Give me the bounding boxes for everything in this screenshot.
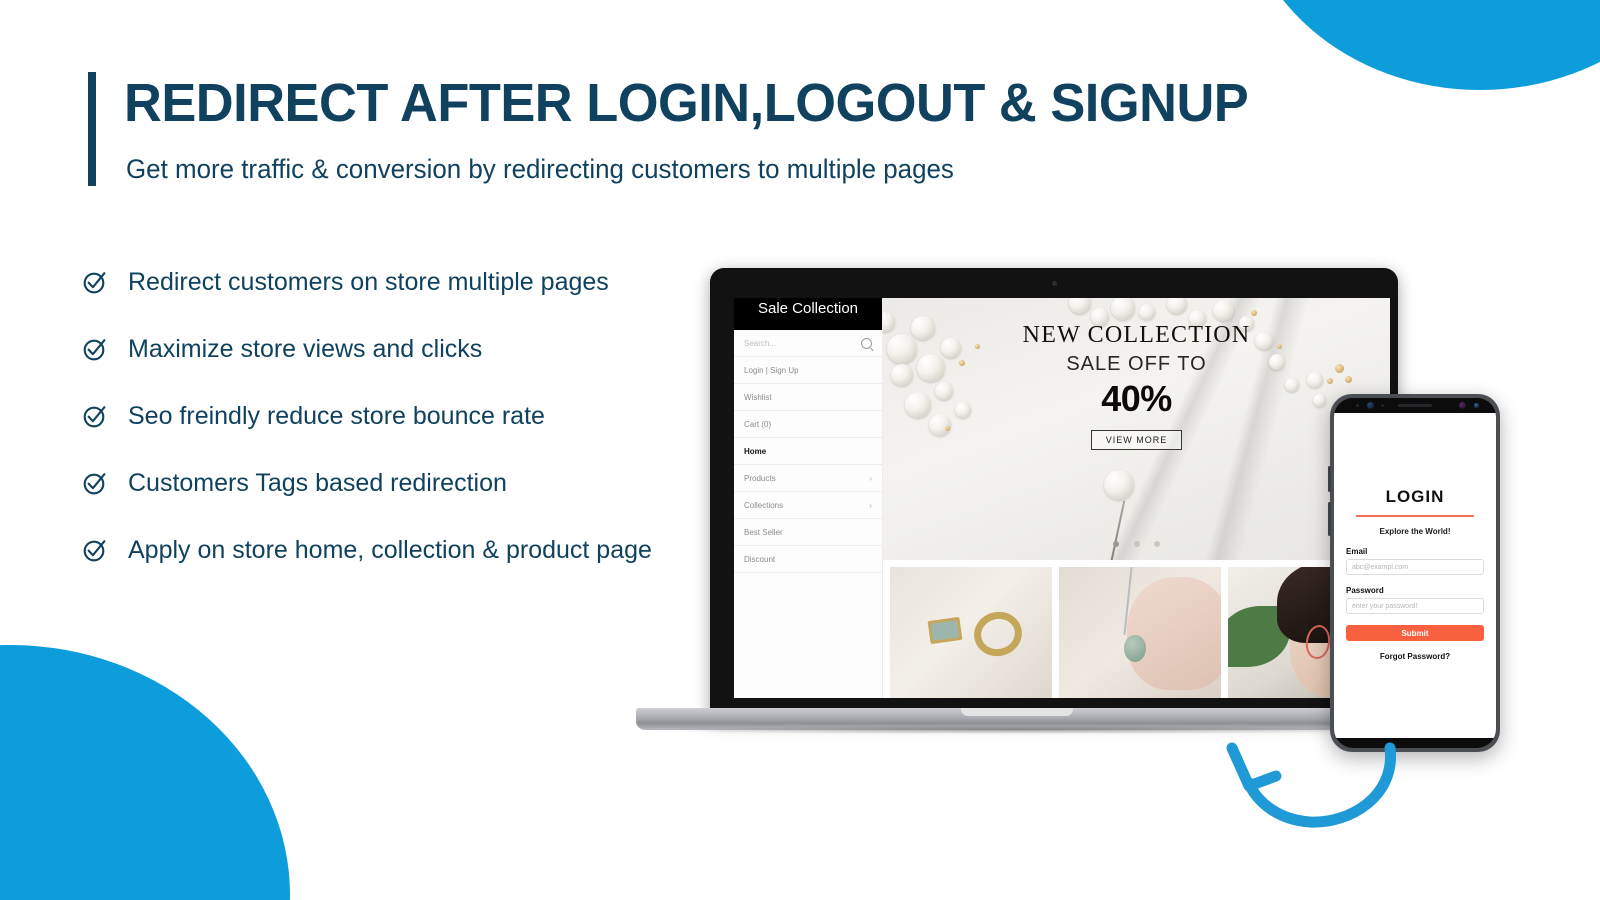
- search-icon: [861, 337, 872, 349]
- pearl-decoration: [1103, 470, 1134, 500]
- stone-pendant-shape: [1123, 635, 1146, 663]
- product-thumbnail[interactable]: [1059, 567, 1221, 698]
- search-placeholder: Search...: [744, 338, 777, 348]
- sidebar-item-cart[interactable]: Cart (0): [734, 411, 882, 438]
- list-item-label: Redirect customers on store multiple pag…: [128, 268, 609, 296]
- slide-canvas: REDIRECT AFTER LOGIN,LOGOUT & SIGNUP Get…: [0, 0, 1600, 900]
- chevron-right-icon: ›: [869, 500, 872, 510]
- sidebar-item-label: Home: [744, 446, 767, 456]
- hero-text-block: NEW COLLECTION SALE OFF TO 40% VIEW MORE: [883, 322, 1390, 450]
- password-label: Password: [1346, 586, 1384, 595]
- sidebar-item-collections[interactable]: Collections ›: [734, 492, 882, 519]
- sidebar-item-home[interactable]: Home: [734, 438, 882, 465]
- list-item: Maximize store views and clicks: [82, 333, 702, 366]
- sidebar-item-label: Cart (0): [744, 419, 772, 429]
- sidebar-item-login-signup[interactable]: Login | Sign Up: [734, 357, 882, 384]
- carousel-dots: [883, 534, 1390, 552]
- sidebar-item-label: Products: [744, 473, 776, 483]
- submit-button[interactable]: Submit: [1346, 625, 1484, 641]
- iris-scanner-icon: [1459, 402, 1466, 409]
- store-sidebar: Redirect to Sale Collection Search... Lo…: [734, 298, 883, 698]
- list-item: Apply on store home, collection & produc…: [82, 534, 702, 567]
- forgot-password-link[interactable]: Forgot Password?: [1346, 652, 1484, 661]
- gold-bead-decoration: [1251, 310, 1257, 316]
- sidebar-item-wishlist[interactable]: Wishlist: [734, 384, 882, 411]
- chevron-right-icon: ›: [869, 473, 872, 483]
- password-placeholder: enter your password!: [1352, 602, 1418, 610]
- sidebar-item-label: Discount: [744, 554, 776, 564]
- webcam-icon: [1051, 281, 1057, 286]
- page-subtitle: Get more traffic & conversion by redirec…: [126, 154, 954, 184]
- sidebar-item-label: Login | Sign Up: [744, 365, 799, 375]
- gold-ring-shape: [969, 606, 1027, 661]
- gem-pendant-shape: [927, 617, 963, 645]
- list-item: Seo freindly reduce store bounce rate: [82, 400, 702, 433]
- list-item-label: Maximize store views and clicks: [128, 335, 483, 363]
- email-field[interactable]: abc@exampl.com: [1346, 559, 1484, 575]
- laptop-shadow: [646, 726, 1388, 734]
- sidebar-item-products[interactable]: Products ›: [734, 465, 882, 492]
- decorative-circle-bottom-left: [0, 645, 290, 900]
- hero-discount: 40%: [1101, 378, 1172, 419]
- carousel-dot[interactable]: [1153, 541, 1160, 547]
- search-input[interactable]: Search...: [734, 330, 882, 357]
- carousel-dot[interactable]: [1133, 541, 1140, 547]
- list-item-label: Customers Tags based redirection: [128, 469, 507, 497]
- sidebar-item-label: Best Seller: [744, 527, 783, 537]
- laptop-lid: Redirect to Sale Collection Search... Lo…: [710, 268, 1398, 720]
- circle-check-icon: [82, 403, 108, 429]
- login-title-underline: [1356, 515, 1474, 517]
- store-main: NEW COLLECTION SALE OFF TO 40% VIEW MORE: [883, 298, 1390, 698]
- circle-check-icon: [82, 537, 108, 563]
- password-field[interactable]: enter your password!: [1346, 598, 1484, 614]
- pearl-decoration: [1213, 300, 1234, 321]
- list-item: Customers Tags based redirection: [82, 467, 702, 500]
- feature-list: Redirect customers on store multiple pag…: [82, 266, 702, 567]
- login-form: LOGIN Explore the World! Email abc@examp…: [1334, 413, 1496, 738]
- hero-subtitle: SALE OFF TO: [1066, 353, 1207, 375]
- curved-arrow-icon: [1218, 738, 1398, 833]
- phone-screen-frame: LOGIN Explore the World! Email abc@examp…: [1334, 398, 1496, 748]
- sidebar-item-best-seller[interactable]: Best Seller: [734, 519, 882, 546]
- login-title: LOGIN: [1385, 487, 1445, 506]
- circle-check-icon: [82, 269, 108, 295]
- phone-power-button[interactable]: [1328, 502, 1331, 536]
- list-item-label: Seo freindly reduce store bounce rate: [128, 402, 545, 430]
- store-nav-list: Search... Login | Sign Up Wishlist Cart …: [734, 298, 882, 573]
- sidebar-item-discount[interactable]: Discount: [734, 546, 882, 573]
- hero-title: NEW COLLECTION: [1022, 322, 1251, 348]
- phone-volume-button[interactable]: [1328, 466, 1331, 492]
- circle-check-icon: [82, 336, 108, 362]
- view-more-button[interactable]: VIEW MORE: [1090, 430, 1183, 450]
- earpiece-speaker-icon: [1398, 404, 1432, 407]
- redirect-callout-line2: Sale Collection: [757, 300, 859, 317]
- laptop-mockup: Redirect to Sale Collection Search... Lo…: [636, 268, 1398, 738]
- product-thumbnail-row: [883, 560, 1390, 698]
- list-item-label: Apply on store home, collection & produc…: [128, 536, 652, 564]
- email-placeholder: abc@exampl.com: [1352, 563, 1409, 571]
- page-title: REDIRECT AFTER LOGIN,LOGOUT & SIGNUP: [124, 73, 1249, 133]
- circle-check-icon: [82, 470, 108, 496]
- list-item: Redirect customers on store multiple pag…: [82, 266, 702, 299]
- title-accent-bar: [88, 72, 96, 186]
- pearl-decoration: [1139, 304, 1155, 320]
- sidebar-item-label: Collections: [744, 500, 784, 510]
- sidebar-item-label: Wishlist: [744, 392, 772, 402]
- sensor-icon: [1474, 403, 1479, 408]
- hero-banner: NEW COLLECTION SALE OFF TO 40% VIEW MORE: [883, 298, 1390, 560]
- hand-shape: [1127, 577, 1221, 691]
- carousel-dot[interactable]: [1113, 541, 1120, 547]
- redirect-callout: Redirect to Sale Collection: [734, 298, 882, 330]
- laptop-screen: Redirect to Sale Collection Search... Lo…: [734, 298, 1390, 698]
- product-thumbnail[interactable]: [890, 567, 1052, 698]
